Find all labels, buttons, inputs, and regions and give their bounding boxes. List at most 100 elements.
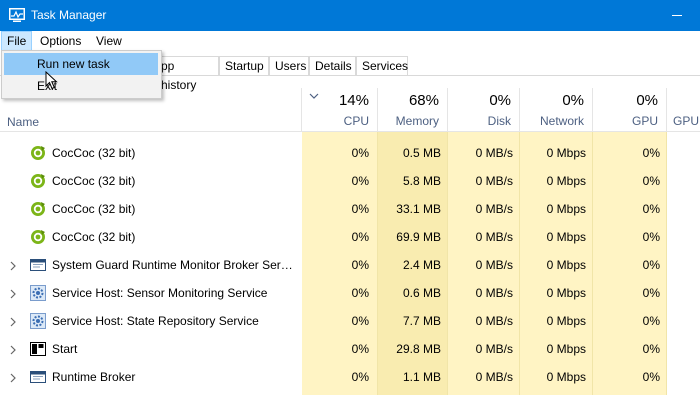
cpu-total-percent: 14%	[338, 92, 369, 109]
process-name: Start	[52, 342, 78, 356]
mouse-cursor-icon	[45, 71, 58, 90]
column-header-gpu-engine[interactable]: GPU	[666, 88, 700, 132]
disk-value: 0 MB/s	[475, 230, 513, 244]
column-header-cpu[interactable]: 14% CPU	[302, 88, 377, 132]
memory-header-label: Memory	[395, 114, 439, 128]
gpu-value: 0%	[642, 174, 660, 188]
column-divider[interactable]	[377, 88, 378, 131]
expand-chevron-icon[interactable]	[9, 260, 17, 271]
column-divider[interactable]	[666, 88, 667, 131]
memory-value: 7.7 MB	[402, 314, 441, 328]
cpu-value: 0%	[351, 314, 369, 328]
network-value: 0 Mbps	[546, 370, 586, 384]
process-name: CocCoc (32 bit)	[52, 202, 136, 216]
expand-chevron-icon[interactable]	[9, 344, 17, 355]
exit-menu-item[interactable]: Exit	[4, 75, 158, 97]
gear-icon	[30, 313, 46, 329]
memory-value: 29.8 MB	[396, 342, 441, 356]
menu-view[interactable]: View	[90, 31, 128, 51]
gpu-value: 0%	[642, 258, 660, 272]
process-row[interactable]: System Guard Runtime Monitor Broker Serv…	[0, 251, 700, 279]
gpu-value: 0%	[642, 202, 660, 216]
column-header-name[interactable]: Name	[7, 115, 39, 129]
menu-options[interactable]: Options	[34, 31, 87, 51]
network-value: 0 Mbps	[546, 286, 586, 300]
coccoc-icon	[30, 173, 46, 189]
process-row[interactable]: Service Host: State Repository Service 0%…	[0, 307, 700, 335]
cpu-value: 0%	[351, 286, 369, 300]
memory-value: 5.8 MB	[402, 174, 441, 188]
process-row[interactable]: CocCoc (32 bit) 0% 69.9 MB 0 MB/s 0 Mbps 0%	[0, 223, 700, 251]
tab-label: pp history	[161, 59, 197, 92]
network-total-percent: 0%	[562, 92, 584, 109]
process-name: CocCoc (32 bit)	[52, 230, 136, 244]
coccoc-icon	[30, 145, 46, 161]
column-header-disk[interactable]: 0% Disk	[447, 88, 519, 132]
column-divider[interactable]	[447, 88, 448, 131]
file-menu-dropdown: Run new task Exit	[1, 50, 162, 99]
memory-value: 0.6 MB	[402, 286, 441, 300]
gpu-value: 0%	[642, 286, 660, 300]
process-row[interactable]: Start 0% 29.8 MB 0 MB/s 0 Mbps 0%	[0, 335, 700, 363]
expand-chevron-icon[interactable]	[9, 288, 17, 299]
start-icon	[30, 341, 46, 357]
network-header-label: Network	[539, 114, 584, 128]
tab-users[interactable]: Users	[269, 56, 309, 75]
title-bar: Task Manager	[0, 0, 700, 31]
gear-icon	[30, 285, 46, 301]
cpu-value: 0%	[351, 258, 369, 272]
disk-value: 0 MB/s	[475, 370, 513, 384]
column-divider[interactable]	[592, 88, 593, 131]
disk-value: 0 MB/s	[475, 342, 513, 356]
process-row[interactable]: Runtime Broker 0% 1.1 MB 0 MB/s 0 Mbps 0%	[0, 363, 700, 391]
process-row[interactable]: Service Host: Sensor Monitoring Service 0…	[0, 279, 700, 307]
tab-services[interactable]: Services	[356, 56, 408, 75]
cpu-value: 0%	[351, 146, 369, 160]
expand-chevron-icon[interactable]	[9, 372, 17, 383]
disk-value: 0 MB/s	[475, 314, 513, 328]
process-row[interactable]: CocCoc (32 bit) 0% 5.8 MB 0 MB/s 0 Mbps 0%	[0, 167, 700, 195]
tab-label: Details	[315, 59, 352, 73]
column-divider[interactable]	[301, 88, 302, 131]
memory-value: 33.1 MB	[396, 202, 441, 216]
run-new-task-menu-item[interactable]: Run new task	[4, 53, 158, 75]
memory-value: 1.1 MB	[402, 370, 441, 384]
disk-value: 0 MB/s	[475, 146, 513, 160]
network-value: 0 Mbps	[546, 314, 586, 328]
gpu-value: 0%	[642, 146, 660, 160]
coccoc-icon	[30, 201, 46, 217]
process-row[interactable]: CocCoc (32 bit) 0% 33.1 MB 0 MB/s 0 Mbps 0%	[0, 195, 700, 223]
process-row[interactable]: CocCoc (32 bit) 0% 0.5 MB 0 MB/s 0 Mbps 0%	[0, 139, 700, 167]
process-name: Runtime Broker	[52, 370, 136, 384]
tab-label: Startup	[225, 59, 264, 73]
cpu-value: 0%	[351, 370, 369, 384]
menu-file[interactable]: File	[1, 31, 33, 51]
tab-startup[interactable]: Startup	[219, 56, 269, 75]
column-divider[interactable]	[519, 88, 520, 131]
gpu-engine-header-label: GPU	[673, 114, 700, 128]
cpu-value: 0%	[351, 230, 369, 244]
memory-value: 69.9 MB	[396, 230, 441, 244]
gpu-header-label: GPU	[631, 114, 658, 128]
cpu-value: 0%	[351, 342, 369, 356]
process-name: Service Host: State Repository Service	[52, 314, 259, 328]
network-value: 0 Mbps	[546, 202, 586, 216]
tab-label: Users	[275, 59, 307, 73]
menu-bar: File Options View	[0, 31, 700, 51]
expand-chevron-icon[interactable]	[9, 316, 17, 327]
memory-value: 2.4 MB	[402, 258, 441, 272]
column-header-memory[interactable]: 68% Memory	[377, 88, 447, 132]
window-app-icon	[30, 257, 46, 273]
memory-total-percent: 68%	[408, 92, 439, 109]
tab-app-history[interactable]: pp history	[155, 56, 219, 92]
cpu-value: 0%	[351, 174, 369, 188]
tab-details[interactable]: Details	[309, 56, 356, 75]
network-value: 0 Mbps	[546, 230, 586, 244]
column-header-gpu[interactable]: 0% GPU	[592, 88, 666, 132]
cpu-header-label: CPU	[343, 114, 369, 128]
coccoc-icon	[30, 229, 46, 245]
minimize-button[interactable]	[654, 0, 700, 31]
tab-label: Services	[362, 59, 409, 73]
process-name: CocCoc (32 bit)	[52, 146, 136, 160]
column-header-network[interactable]: 0% Network	[519, 88, 592, 132]
